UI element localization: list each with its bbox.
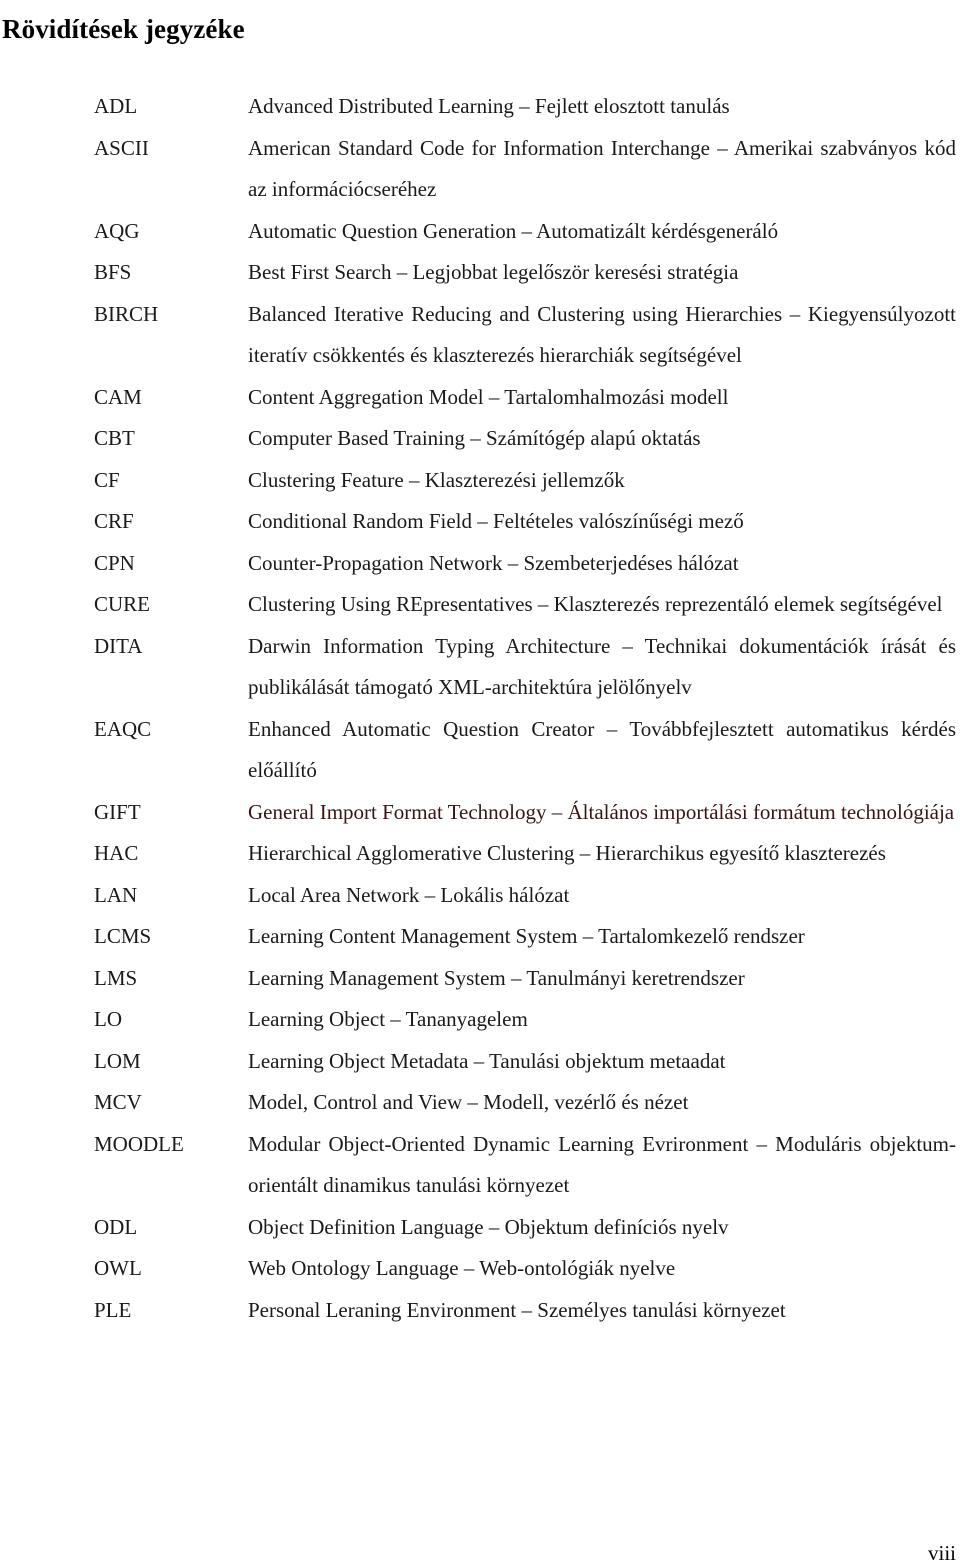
abbreviation-term: MCV [94, 1090, 142, 1114]
abbreviation-term: LO [94, 1007, 122, 1031]
abbreviation-definition: Balanced Iterative Reducing and Clusteri… [248, 301, 956, 368]
abbreviation-term: CRF [94, 509, 134, 533]
abbreviation-term: CPN [94, 550, 135, 575]
abbreviation-term: DITA [94, 633, 143, 658]
abbreviation-term: CBT [94, 426, 135, 450]
abbreviation-entry: CBT Computer Based Training – Számítógép … [94, 418, 958, 460]
abbreviation-list: ADL Advanced Distributed Learning – Fejle… [94, 86, 958, 1331]
abbreviation-term: ADL [94, 94, 138, 118]
abbreviation-entry: LOM Learning Object Metadata – Tanulási o… [94, 1041, 958, 1083]
abbreviation-entry: AQG Automatic Question Generation – Autom… [94, 211, 958, 253]
abbreviation-entry: CAM Content Aggregation Model – Tartalomh… [94, 377, 958, 419]
abbreviation-definition: Computer Based Training – Számítógép ala… [248, 426, 701, 450]
abbreviation-term: HAC [94, 841, 139, 865]
abbreviation-entry: ODL Object Definition Language – Objektum… [94, 1207, 958, 1249]
abbreviation-definition: General Import Format Technology – Által… [248, 799, 955, 824]
abbreviation-definition: Web Ontology Language – Web-ontológiák n… [248, 1256, 676, 1280]
abbreviation-entry: EAQC Enhanced Automatic Question Creator … [94, 709, 958, 792]
abbreviation-term: ODL [94, 1214, 138, 1239]
abbreviation-definition: Conditional Random Field – Feltételes va… [248, 509, 744, 533]
abbreviation-term: AQG [94, 218, 140, 243]
abbreviation-definition: Content Aggregation Model – Tartalomhalm… [248, 384, 729, 409]
abbreviation-term: CAM [94, 384, 142, 409]
abbreviation-entry: ADL Advanced Distributed Learning – Fejle… [94, 86, 958, 128]
abbreviation-definition: Clustering Using REpresentatives – Klasz… [248, 592, 943, 616]
abbreviation-term: LCMS [94, 924, 152, 948]
abbreviation-term: BIRCH [94, 301, 159, 326]
page-number: viii [927, 1541, 956, 1565]
abbreviation-definition: Learning Content Management System – Tar… [248, 924, 805, 948]
abbreviation-entry: CF Clustering Feature – Klaszterezési jel… [94, 460, 958, 502]
abbreviation-term: EAQC [94, 716, 152, 741]
abbreviation-entry: OWL Web Ontology Language – Web-ontológiá… [94, 1248, 958, 1290]
abbreviation-term: MOODLE [94, 1131, 184, 1156]
abbreviation-entry: ASCII American Standard Code for Informat… [94, 128, 958, 211]
abbreviation-term: CF [94, 467, 120, 492]
abbreviation-term: BFS [94, 260, 132, 284]
abbreviation-entry: CRF Conditional Random Field – Feltételes… [94, 501, 958, 543]
abbreviation-term: LOM [94, 1048, 141, 1073]
abbreviation-entry: LCMS Learning Content Management System –… [94, 916, 958, 958]
abbreviation-definition: Best First Search – Legjobbat legelőször… [248, 260, 739, 284]
abbreviation-definition: Model, Control and View – Modell, vezérl… [248, 1090, 689, 1114]
abbreviation-definition: Automatic Question Generation – Automati… [248, 218, 779, 243]
abbreviation-definition: Learning Object Metadata – Tanulási obje… [248, 1048, 726, 1073]
abbreviation-entry: CURE Clustering Using REpresentatives – K… [94, 584, 958, 626]
abbreviation-definition: Counter-Propagation Network – Szembeterj… [248, 550, 739, 575]
abbreviation-definition: Learning Object – Tananyagelem [248, 1007, 528, 1031]
abbreviation-term: GIFT [94, 799, 141, 824]
abbreviation-definition: Enhanced Automatic Question Creator – To… [248, 716, 956, 783]
abbreviation-term: OWL [94, 1256, 142, 1280]
abbreviation-entry: BIRCH Balanced Iterative Reducing and Clu… [94, 294, 958, 377]
abbreviation-definition: Hierarchical Agglomerative Clustering – … [248, 841, 886, 865]
abbreviation-entry: LAN Local Area Network – Lokális hálózat [94, 875, 958, 917]
abbreviation-entry: LMS Learning Management System – Tanulmán… [94, 958, 958, 1000]
abbreviation-entry: MCV Model, Control and View – Modell, vez… [94, 1082, 958, 1124]
page-title: Rövidítések jegyzéke [2, 14, 245, 45]
abbreviation-definition: Advanced Distributed Learning – Fejlett … [248, 94, 730, 118]
abbreviation-term: LAN [94, 882, 138, 907]
abbreviation-definition: Object Definition Language – Objektum de… [248, 1214, 729, 1239]
abbreviation-definition: Modular Object-Oriented Dynamic Learning… [248, 1131, 956, 1198]
abbreviation-definition: Learning Management System – Tanulmányi … [248, 965, 745, 990]
abbreviation-entry: CPN Counter-Propagation Network – Szembet… [94, 543, 958, 585]
abbreviation-definition: American Standard Code for Information I… [248, 135, 956, 202]
abbreviation-entry: DITA Darwin Information Typing Architectu… [94, 626, 958, 709]
abbreviation-entry: GIFT General Import Format Technology – Á… [94, 792, 958, 834]
abbreviation-entry: LO Learning Object – Tananyagelem [94, 999, 958, 1041]
abbreviation-term: ASCII [94, 135, 149, 160]
abbreviation-term: LMS [94, 965, 138, 990]
abbreviation-entry: MOODLE Modular Object-Oriented Dynamic Le… [94, 1124, 958, 1207]
abbreviation-definition: Clustering Feature – Klaszterezési jelle… [248, 467, 625, 492]
abbreviation-entry: PLE Personal Leraning Environment – Szemé… [94, 1290, 958, 1332]
abbreviation-entry: HAC Hierarchical Agglomerative Clustering… [94, 833, 958, 875]
abbreviation-definition: Darwin Information Typing Architecture –… [248, 633, 956, 700]
abbreviation-definition: Personal Leraning Environment – Személye… [248, 1297, 786, 1322]
abbreviation-term: CURE [94, 592, 151, 616]
abbreviation-entry: BFS Best First Search – Legjobbat legelős… [94, 252, 958, 294]
abbreviation-term: PLE [94, 1297, 132, 1322]
abbreviation-definition: Local Area Network – Lokális hálózat [248, 882, 570, 907]
